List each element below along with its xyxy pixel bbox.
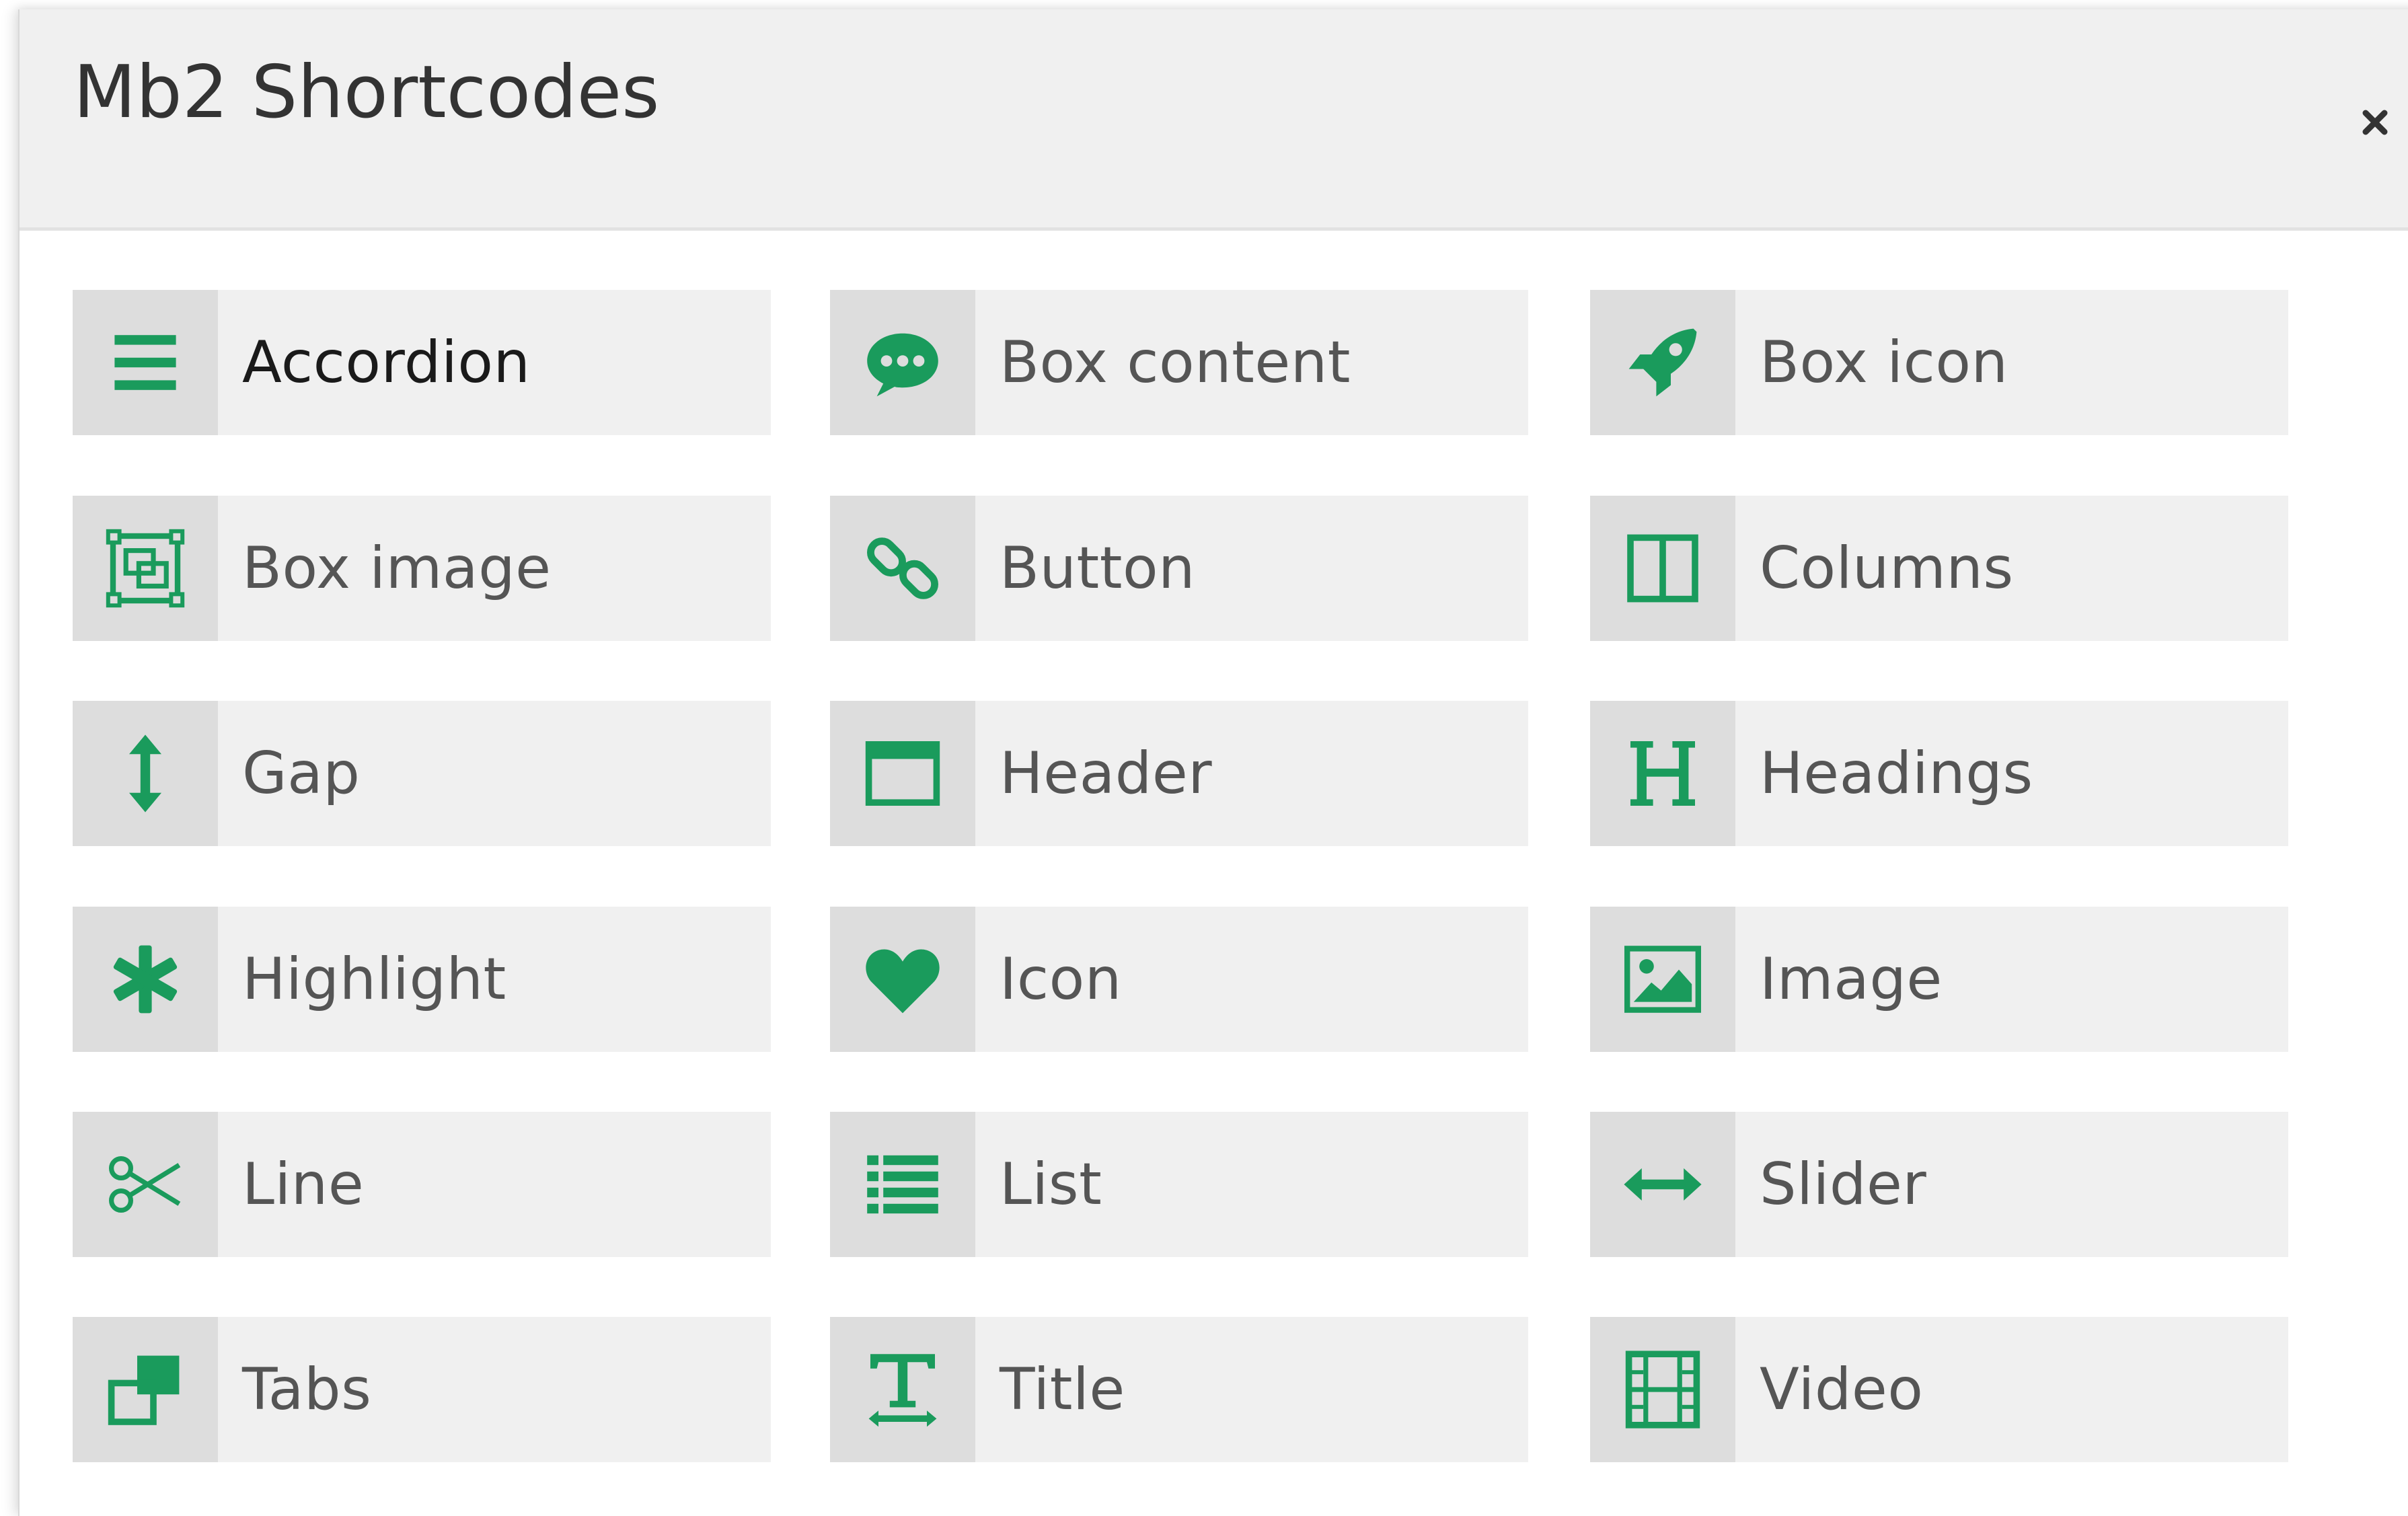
shortcode-icon-button[interactable]: Icon [830,907,1528,1052]
icon-box [73,496,218,641]
icon-box [830,290,975,435]
shortcode-button-button[interactable]: Button [830,496,1528,641]
icon-box [830,496,975,641]
shortcode-label: Highlight [242,946,506,1013]
shortcode-columns-button[interactable]: Columns [1590,496,2288,641]
icon-box [830,701,975,846]
icon-box [73,1317,218,1462]
scissors-icon [109,1156,181,1213]
shortcode-label: Button [1000,535,1196,602]
shortcode-label: Title [1000,1356,1125,1423]
shortcode-title-button[interactable]: Title [830,1317,1528,1462]
shortcode-label: Box image [242,535,552,602]
icon-box [1590,496,1735,641]
heart-icon [866,949,940,1014]
bars-icon [114,335,176,390]
shortcode-line-button[interactable]: Line [73,1112,771,1257]
icon-box [73,1112,218,1257]
object-group-icon [106,529,185,608]
icon-box [1590,1112,1735,1257]
shortcode-image-button[interactable]: Image [1590,907,2288,1052]
icon-box [73,907,218,1052]
list-icon [867,1155,938,1214]
icon-box [1590,701,1735,846]
shortcode-box-content-button[interactable]: Box content [830,290,1528,435]
shortcode-box-icon-button[interactable]: Box icon [1590,290,2288,435]
icon-box [1590,290,1735,435]
window-icon [865,741,940,806]
shortcode-label: Slider [1760,1151,1927,1218]
icon-box [1590,907,1735,1052]
link-icon [867,537,938,599]
close-button[interactable] [2348,96,2402,149]
asterisk-icon [113,945,178,1014]
speech-bubble-icon [867,333,938,397]
shortcode-list-button[interactable]: List [830,1112,1528,1257]
shortcode-accordion-button[interactable]: Accordion [73,290,771,435]
shortcode-label: Header [1000,740,1213,807]
dialog-header: Mb2 Shortcodes [20,9,2408,231]
shortcode-label: Line [242,1151,365,1218]
text-width-icon [868,1354,937,1427]
shortcode-label: Image [1760,946,1943,1013]
icon-box [1590,1317,1735,1462]
icon-box [73,701,218,846]
shortcode-label: Gap [242,740,361,807]
shortcode-label: Accordion [242,329,531,396]
shortcode-label: Box icon [1760,329,2008,396]
shortcode-box-image-button[interactable]: Box image [73,496,771,641]
horizontal-arrows-icon [1624,1168,1702,1201]
icon-box [830,907,975,1052]
vertical-arrows-icon [129,734,161,812]
shortcode-label: Columns [1760,535,2014,602]
close-icon [2362,110,2388,135]
columns-icon [1627,534,1698,603]
shortcode-gap-button[interactable]: Gap [73,701,771,846]
dialog-title: Mb2 Shortcodes [73,50,660,135]
shortcode-video-button[interactable]: Video [1590,1317,2288,1462]
image-icon [1624,946,1701,1013]
shortcode-highlight-button[interactable]: Highlight [73,907,771,1052]
icon-box [830,1112,975,1257]
shortcode-label: Tabs [242,1356,372,1423]
icon-box [73,290,218,435]
rocket-icon [1628,328,1697,397]
shortcode-slider-button[interactable]: Slider [1590,1112,2288,1257]
shortcode-tabs-button[interactable]: Tabs [73,1317,771,1462]
heading-icon [1630,741,1695,806]
shortcode-label: Icon [1000,946,1122,1013]
shortcode-label: List [1000,1151,1102,1218]
shortcode-label: Box content [1000,329,1351,396]
shortcode-label: Headings [1760,740,2033,807]
icon-box [830,1317,975,1462]
shortcode-headings-button[interactable]: Headings [1590,701,2288,846]
shortcode-label: Video [1760,1356,1924,1423]
clone-icon [108,1355,180,1425]
shortcode-header-button[interactable]: Header [830,701,1528,846]
film-icon [1625,1351,1700,1429]
